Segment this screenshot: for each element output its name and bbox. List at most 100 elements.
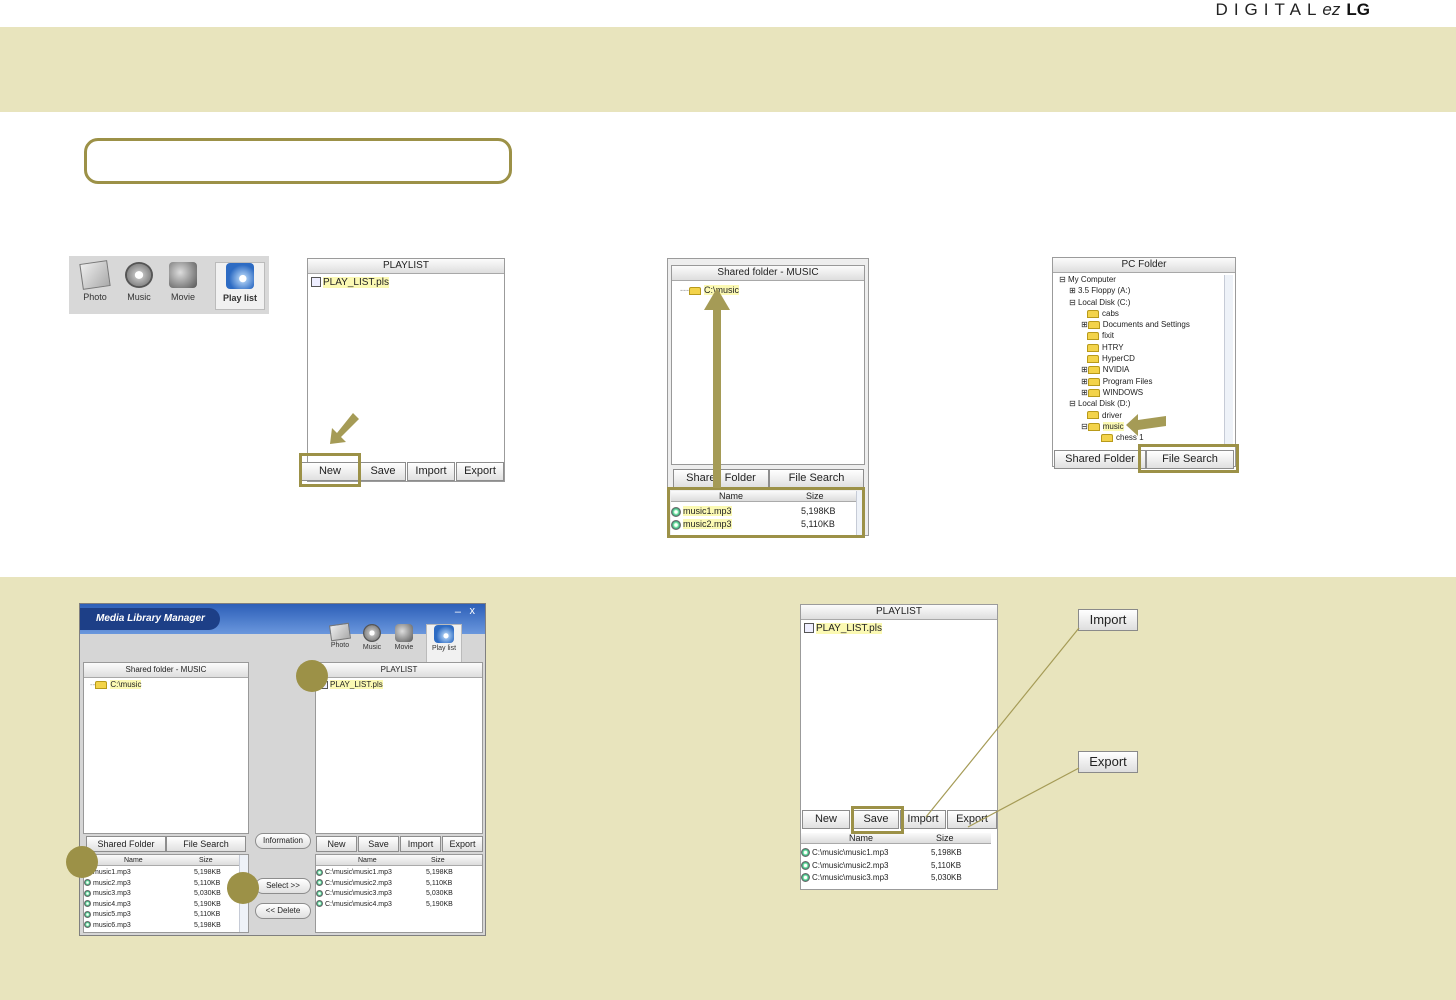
folder-icon	[1087, 377, 1100, 386]
delete-button[interactable]: << Delete	[255, 903, 311, 919]
tree-item[interactable]: HTRY	[1057, 342, 1225, 353]
row-size: 5,198KB	[194, 869, 221, 876]
tree-item[interactable]: ⊟ My Computer	[1057, 274, 1225, 285]
tree-label: HTRY	[1102, 342, 1124, 352]
mlm-playlist-panel: PLAYLIST PLAY_LIST.pls	[315, 662, 483, 834]
table-row[interactable]: C:\music\music4.mp3 5,190KB	[316, 900, 482, 911]
close-button[interactable]: x	[470, 605, 476, 617]
tab-shared-folder[interactable]: Shared Folder	[1054, 450, 1146, 469]
tree-item[interactable]: HyperCD	[1057, 353, 1225, 364]
tree-item[interactable]: ⊞ NVIDIA	[1057, 364, 1225, 375]
information-button[interactable]: Information	[255, 833, 311, 849]
row-name: C:\music\music2.mp3	[325, 879, 392, 887]
col-name: Name	[358, 857, 377, 864]
row-name: C:\music\music3.mp3	[325, 890, 392, 897]
row-name: C:\music\music1.mp3	[812, 848, 889, 857]
mlm-tab-file-search[interactable]: File Search	[166, 836, 246, 852]
tab-file-search[interactable]: File Search	[769, 469, 864, 488]
row-name: music2.mp3	[93, 879, 131, 887]
tree-item[interactable]: ⊞ WINDOWS	[1057, 387, 1225, 398]
mlm-new-button[interactable]: New	[316, 836, 357, 852]
photo-icon	[79, 260, 111, 290]
toolbar-playlist-label: Play list	[222, 293, 258, 303]
playlist-icon	[434, 625, 454, 643]
table-row[interactable]: music4.mp3 5,190KB	[84, 900, 248, 911]
table-row[interactable]: music1.mp3 5,198KB	[84, 868, 248, 879]
table-row[interactable]: music5.mp3 5,110KB	[84, 910, 248, 921]
minimize-button[interactable]: –	[455, 606, 461, 618]
save-button[interactable]: Save	[360, 462, 406, 481]
toolbar-music[interactable]: Music	[117, 262, 161, 310]
table-row[interactable]: C:\music\music2.mp3 5,110KB	[801, 860, 997, 873]
playlist-panel-large: PLAYLIST PLAY_LIST.pls New Save Import E…	[800, 604, 998, 890]
mlm-shared-root[interactable]: -- C:\music	[84, 678, 248, 691]
mp3-icon	[316, 868, 323, 876]
import-button[interactable]: Import	[407, 462, 455, 481]
mlm-movie-label: Movie	[394, 644, 414, 651]
row-name: C:\music\music1.mp3	[325, 869, 392, 876]
row-size: 5,190KB	[426, 900, 453, 908]
playlist-large-file[interactable]: PLAY_LIST.pls	[801, 620, 997, 637]
folder-icon	[1087, 422, 1100, 431]
playlist-title: PLAYLIST	[308, 259, 504, 274]
large-import-button[interactable]: Import	[900, 810, 946, 829]
scrollbar[interactable]	[1224, 275, 1233, 445]
file-table-highlight	[667, 487, 865, 538]
playlist-file-item[interactable]: PLAY_LIST.pls	[308, 274, 504, 291]
tree-label: cabs	[1102, 308, 1119, 318]
table-row[interactable]: music3.mp3 5,030KB	[84, 889, 248, 900]
folder-icon	[1087, 332, 1099, 341]
tree-item[interactable]: fixit	[1057, 330, 1225, 341]
save-button-highlight	[851, 806, 904, 834]
tree-label: Local Disk (C:)	[1077, 297, 1131, 307]
tree-label: My Computer	[1067, 275, 1116, 284]
mlm-import-button[interactable]: Import	[400, 836, 441, 852]
new-button-highlight	[299, 453, 361, 487]
export-button[interactable]: Export	[456, 462, 504, 481]
row-name: C:\music\music3.mp3	[812, 873, 889, 882]
mp3-icon	[801, 873, 810, 883]
large-export-button[interactable]: Export	[947, 810, 997, 829]
table-row[interactable]: music2.mp3 5,110KB	[84, 879, 248, 890]
select-button[interactable]: Select >>	[255, 878, 311, 894]
mlm-tab-shared-folder[interactable]: Shared Folder	[86, 836, 166, 852]
col-name: Name	[849, 833, 874, 843]
mlm-export-button[interactable]: Export	[442, 836, 483, 852]
mlm-playlist-label: Play list	[431, 645, 457, 652]
tree-item[interactable]: cabs	[1057, 308, 1225, 319]
large-new-button[interactable]: New	[802, 810, 850, 829]
toolbar-photo[interactable]: Photo	[73, 260, 117, 310]
tree-item[interactable]: ⊞ Documents and Settings	[1057, 319, 1225, 330]
tree-item[interactable]: ⊞ 3.5 Floppy (A:)	[1057, 285, 1225, 296]
mlm-save-button[interactable]: Save	[358, 836, 399, 852]
row-name: C:\music\music4.mp3	[325, 900, 392, 908]
tree-item[interactable]: ⊟ Local Disk (C:)	[1057, 297, 1225, 308]
table-row[interactable]: C:\music\music3.mp3 5,030KB	[801, 872, 997, 885]
table-row[interactable]: C:\music\music3.mp3 5,030KB	[316, 889, 482, 900]
section-title-frame	[84, 138, 512, 184]
playlist-large-file-name: PLAY_LIST.pls	[816, 623, 882, 634]
table-row[interactable]: C:\music\music1.mp3 5,198KB	[801, 847, 997, 860]
toolbar-playlist[interactable]: Play list	[215, 262, 265, 310]
tree-label: driver	[1102, 410, 1123, 420]
row-size: 5,110KB	[194, 879, 221, 887]
row-size: 5,198KB	[194, 921, 221, 929]
playlist-panel-small: PLAYLIST PLAY_LIST.pls New Save Import E…	[301, 258, 505, 482]
step-marker	[296, 660, 328, 692]
tree-label: 3.5 Floppy (A:)	[1077, 286, 1131, 296]
playlist-large-title: PLAYLIST	[801, 605, 997, 620]
folder-icon	[1087, 343, 1099, 352]
tree-label: Local Disk (D:)	[1077, 399, 1131, 409]
toolbar-movie[interactable]: Movie	[161, 262, 205, 310]
tree-item[interactable]: ⊞ Program Files	[1057, 376, 1225, 387]
table-row[interactable]: C:\music\music1.mp3 5,198KB	[316, 868, 482, 879]
table-row[interactable]: music6.mp3 5,198KB	[84, 921, 248, 932]
toolbar-music-label: Music	[127, 292, 151, 302]
table-row[interactable]: C:\music\music2.mp3 5,110KB	[316, 879, 482, 890]
mlm-left-table-header: Name Size	[84, 855, 248, 866]
mlm-left-table: Name Size music1.mp3 5,198KB music2.mp3 5,1…	[83, 854, 249, 933]
mlm-playlist-file[interactable]: PLAY_LIST.pls	[316, 678, 482, 691]
folder-icon	[1087, 321, 1100, 330]
mlm-title: Media Library Manager	[80, 608, 220, 630]
tree-label: Documents and Settings	[1102, 320, 1190, 330]
